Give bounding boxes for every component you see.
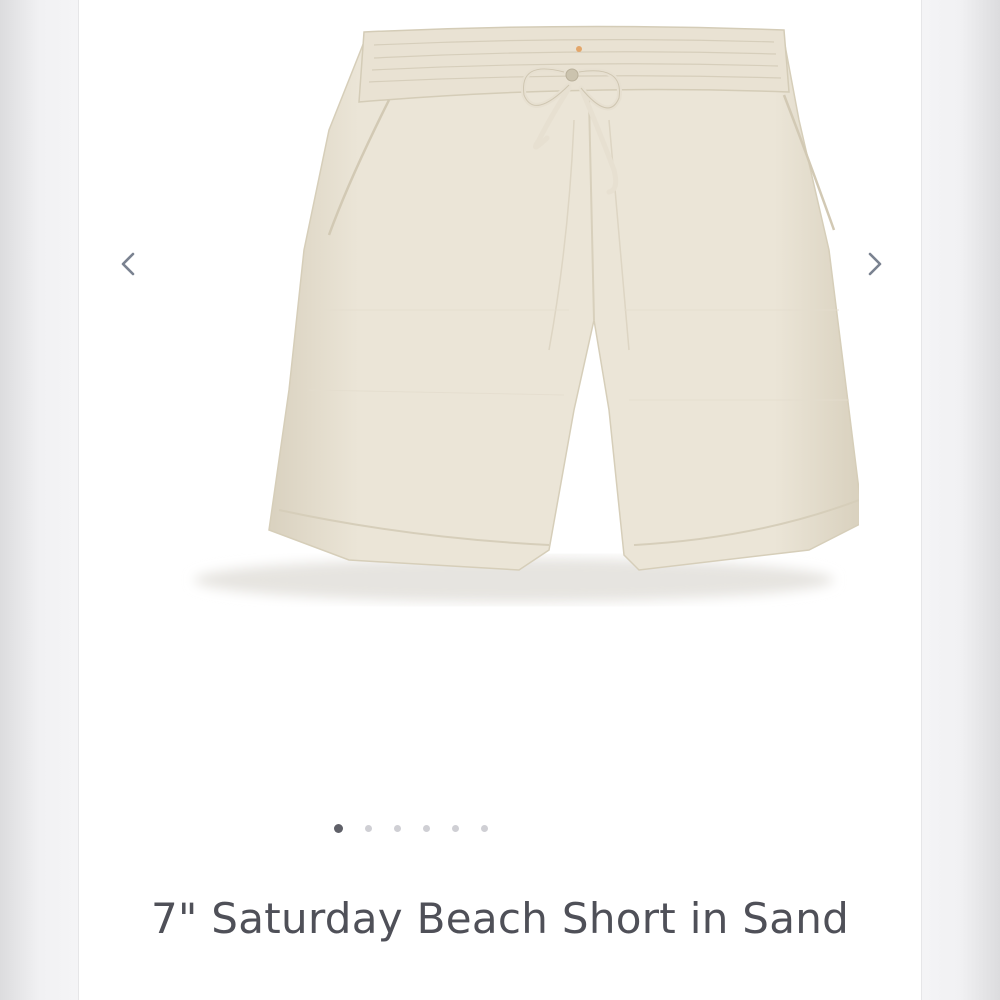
carousel-dot-4[interactable] bbox=[423, 825, 430, 832]
carousel-dot-2[interactable] bbox=[365, 825, 372, 832]
carousel-dot-6[interactable] bbox=[481, 825, 488, 832]
carousel-pagination bbox=[79, 824, 923, 833]
carousel-dot-3[interactable] bbox=[394, 825, 401, 832]
carousel-next-button[interactable] bbox=[854, 244, 894, 284]
image-carousel[interactable] bbox=[79, 0, 923, 833]
carousel-dot-1[interactable] bbox=[334, 824, 343, 833]
product-title: 7" Saturday Beach Short in Sand bbox=[151, 894, 850, 943]
carousel-dot-5[interactable] bbox=[452, 825, 459, 832]
product-image bbox=[194, 25, 859, 602]
chevron-right-icon bbox=[868, 252, 882, 276]
carousel-prev-button[interactable] bbox=[109, 244, 149, 284]
chevron-left-icon bbox=[121, 252, 135, 276]
product-card: 7" Saturday Beach Short in Sand bbox=[78, 0, 922, 1000]
